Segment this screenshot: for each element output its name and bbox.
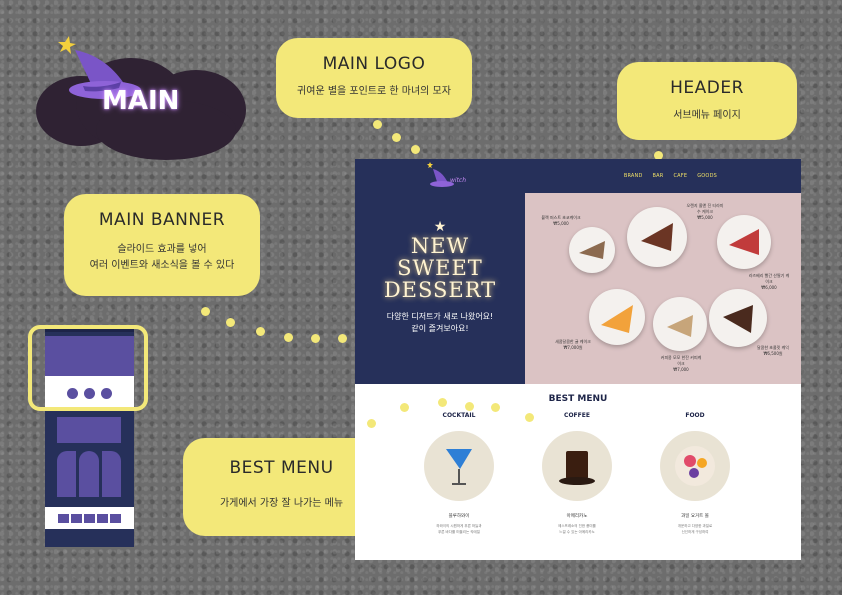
menu-column-coffee[interactable]: COFFEE 아메리카노 에스프레소의 진한 풍미를 느낄 수 있는 아메리카노 (527, 412, 627, 535)
nav-item-goods[interactable]: GOODS (697, 173, 717, 179)
menu-column-cocktail[interactable]: COCKTAIL 블루하와이 하와이의 시원하게 푸른 하늘과 푸른 바다를 떠… (409, 412, 509, 535)
main-logo-callout: MAIN LOGO 귀여운 별을 포인트로 한 마녀의 모자 (276, 38, 472, 118)
coffee-image (542, 431, 612, 501)
dessert-photo: 블랙 퍼스트 초코케이크 ₩5,000 오렌지 올앤 진 티라미수 케이크 ₩5,0… (525, 193, 801, 384)
dessert-item-label: 오렌지 올앤 진 티라미수 케이크 ₩5,000 (686, 203, 724, 220)
dessert-item-label: 라즈베리 빨간 산딸기 케이크 ₩6,000 (748, 273, 790, 290)
best-menu-title: BEST MENU (548, 394, 608, 404)
connector-dot (367, 419, 376, 428)
menu-item-desc: 푸른 바다를 떠올리는 칵테일 (438, 530, 480, 534)
menu-item-name: 아메리카노 (566, 514, 588, 519)
callout-title: MAIN BANNER (98, 210, 226, 230)
site-nav: BRAND BAR CAFE GOODS (624, 173, 717, 179)
star-icon: ★ (433, 219, 447, 235)
callout-title: BEST MENU (229, 458, 334, 478)
callout-desc: 가게에서 가장 잘 나가는 메뉴 (219, 498, 344, 509)
connector-dot (311, 334, 320, 343)
banner-title-line3: DESSERT (383, 278, 497, 302)
dessert-plate (717, 215, 771, 269)
mobile-highlight-frame (28, 325, 148, 411)
dessert-item-label: 블랙 퍼스트 초코케이크 ₩5,000 (541, 215, 581, 226)
callout-title: MAIN LOGO (322, 54, 426, 74)
nav-item-brand[interactable]: BRAND (624, 173, 643, 179)
connector-dot (400, 403, 409, 412)
website-mockup: witch BRAND BAR CAFE GOODS ★ NEW SWEET D… (355, 159, 801, 560)
connector-dot (373, 120, 382, 129)
connector-dot (411, 145, 420, 154)
nav-item-cafe[interactable]: CAFE (673, 173, 687, 179)
main-banner-callout: MAIN BANNER 슬라이드 효과를 넣어 여러 이벤트와 새소식을 볼 수… (64, 194, 260, 296)
nav-item-bar[interactable]: BAR (653, 173, 664, 179)
callout-desc: 서브메뉴 페이지 (673, 110, 741, 121)
cocktail-image (424, 431, 494, 501)
banner-title-line1: NEW (410, 234, 470, 258)
menu-category: FOOD (685, 412, 705, 419)
callout-desc-line1: 슬라이드 효과를 넣어 (117, 244, 207, 255)
menu-column-food[interactable]: FOOD 과일 요거트 볼 개운하고 다양한 과일로 신선하게 구성하여 (645, 412, 745, 535)
mobile-gallery-block (57, 451, 121, 497)
mobile-footer-menu (45, 507, 134, 529)
best-menu-callout: BEST MENU 가게에서 가장 잘 나가는 메뉴 (183, 438, 380, 536)
main-banner[interactable]: ★ NEW SWEET DESSERT 다양한 디저트가 새로 나왔어요! 같이… (355, 193, 801, 384)
dessert-plate (589, 289, 645, 345)
dessert-plate (569, 227, 615, 273)
header-callout: HEADER 서브메뉴 페이지 (617, 62, 797, 140)
site-logo-text: witch (450, 177, 467, 184)
menu-item-name: 블루하와이 (448, 514, 470, 519)
dessert-item-label: 커피콩 모모 한잔 커피케이크 ₩7,000 (660, 355, 702, 372)
banner-title-line2: SWEET (397, 256, 483, 280)
banner-subtitle-line1: 다양한 디저트가 새로 나왔어요! (386, 312, 494, 321)
menu-category: COFFEE (564, 412, 590, 419)
banner-subtitle-line2: 같이 즐겨보아요! (411, 324, 469, 333)
connector-dot (284, 333, 293, 342)
banner-text-panel: ★ NEW SWEET DESSERT 다양한 디저트가 새로 나왔어요! 같이… (355, 193, 525, 384)
connector-dot (525, 413, 534, 422)
callout-desc: 귀여운 별을 포인트로 한 마녀의 모자 (297, 86, 451, 97)
menu-category: COCKTAIL (442, 412, 476, 419)
dessert-plate (653, 297, 707, 351)
dessert-item-label: 새콤달콤한 귤 케이크 ₩7,000원 (555, 339, 591, 350)
yogurt-bowl-image (660, 431, 730, 501)
menu-item-desc: 신선하게 구성하여 (681, 530, 709, 534)
dessert-plate (709, 289, 767, 347)
connector-dot (392, 133, 401, 142)
witch-hat-logo-icon[interactable] (425, 161, 455, 189)
dessert-plate (627, 207, 687, 267)
site-header: witch BRAND BAR CAFE GOODS (355, 159, 801, 193)
connector-dot (491, 403, 500, 412)
connector-dot (256, 327, 265, 336)
main-badge-text: MAIN (102, 86, 180, 116)
connector-dot (338, 334, 347, 343)
menu-item-desc: 느낄 수 있는 아메리카노 (559, 530, 595, 534)
callout-desc-line2: 여러 이벤트와 새소식을 볼 수 있다 (89, 260, 235, 271)
menu-item-name: 과일 요거트 볼 (681, 514, 709, 519)
connector-dot (438, 398, 447, 407)
callout-title: HEADER (670, 78, 744, 98)
connector-dot (226, 318, 235, 327)
best-menu-section: BEST MENU COCKTAIL 블루하와이 하와이의 시원하게 푸른 하늘… (355, 384, 801, 560)
connector-dot (465, 402, 474, 411)
connector-dot (201, 307, 210, 316)
mobile-section-block (57, 417, 121, 443)
dessert-item-label: 달콤한 초콜릿 케익 ₩6,500원 (757, 345, 789, 356)
